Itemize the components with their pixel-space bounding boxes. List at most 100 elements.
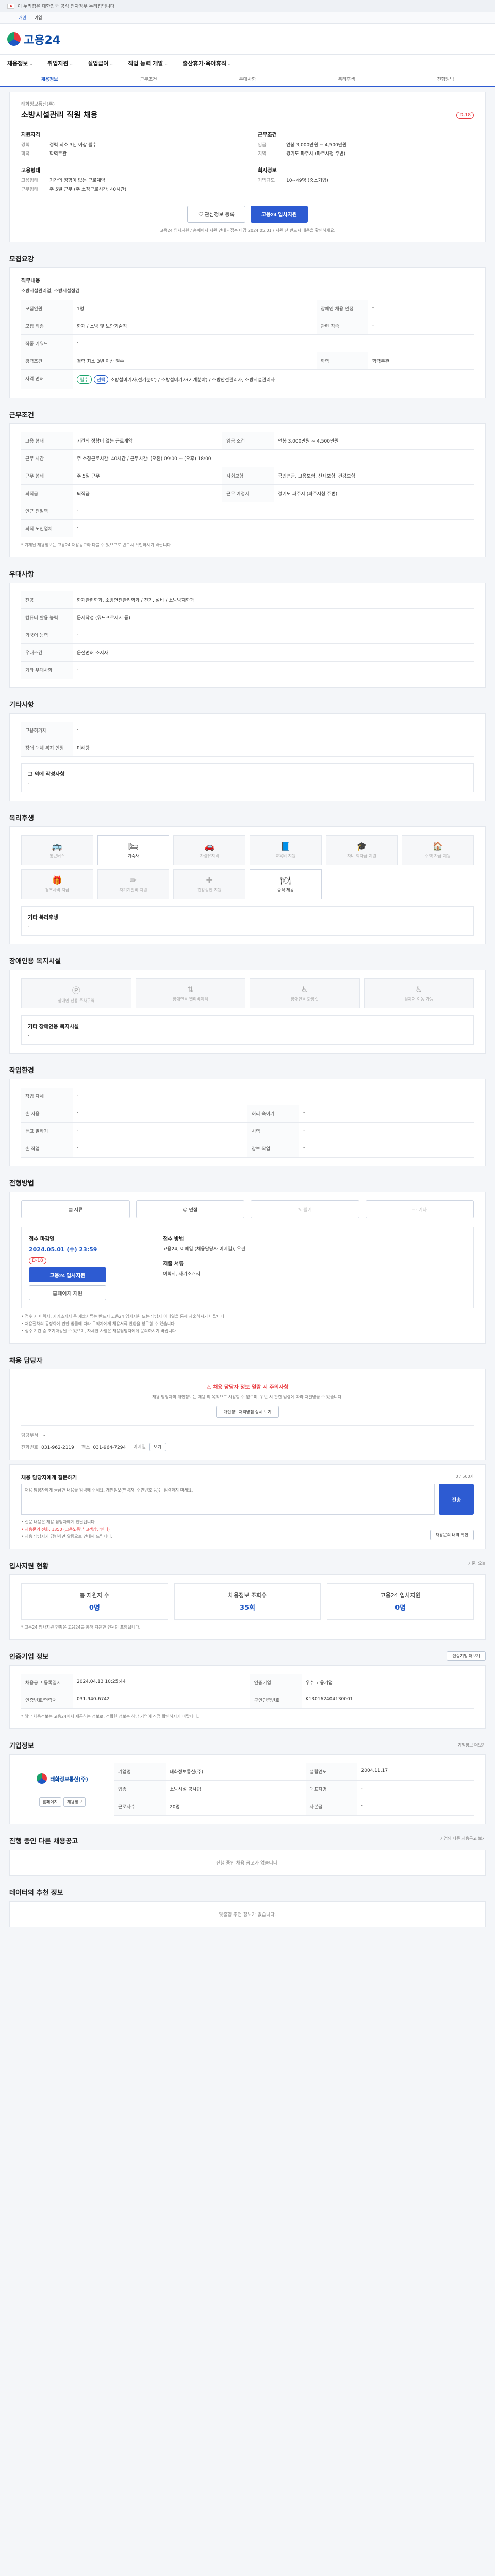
process-notice: • 채용절차의 공정화에 관한 법률에 따라 구직자에게 채용서류 반환을 청구… — [21, 1321, 176, 1326]
cert-more-button[interactable]: 인증기업 더보기 — [447, 1651, 486, 1661]
other-comment: - — [28, 781, 30, 786]
table-row: 손 작업 - 장보 작업 - — [21, 1140, 474, 1158]
table-row: 손 사용 - 허리 숙이기 - — [21, 1105, 474, 1123]
company-name: 태화정보통신(주) — [21, 102, 55, 107]
table-row: 경력조건 경력 최소 3년 이상 필수 학력 학력무관 — [21, 352, 474, 370]
apply-button[interactable]: 고용24 입사지원 — [250, 206, 308, 223]
cert-heading: 인증기업 정보 — [9, 1653, 49, 1661]
nav-employment-support[interactable]: 취업지원 ⌄ — [47, 59, 73, 67]
chevron-down-icon: ⌄ — [227, 61, 232, 67]
save-interest-button[interactable]: ♡ 관심정보 등록 — [187, 206, 245, 223]
contact-heading: 채용 담당자 — [9, 1357, 43, 1365]
summary-employment-heading: 고용형태 — [21, 168, 40, 174]
summary-row: 고용형태 기간의 정함이 없는 근로계약 — [21, 178, 105, 183]
cert-table: 채용공고 등록일시 2024.04.13 10:25:44 인증기업 우수 고용기업 … — [21, 1674, 474, 1709]
house-icon: 🏠 — [433, 841, 443, 851]
welfare-other-label: 기타 복리후생 — [28, 915, 58, 921]
process-apply-button[interactable]: 고용24 입사지원 — [29, 1267, 106, 1282]
welfare-heading: 복리후생 — [9, 815, 34, 822]
summary-row: 학력 학력무관 — [21, 151, 67, 157]
dday-badge: D-18 — [456, 111, 474, 119]
summary-conditions-heading: 근무조건 — [258, 132, 277, 138]
tab-welfare[interactable]: 복리후생 — [297, 76, 396, 82]
table-row: 모집인원 1명 장애인 채용 인정 - — [21, 300, 474, 317]
inquiry-send-button[interactable]: 전송 — [439, 1484, 474, 1515]
company-homepage-button[interactable]: 홈페이지 — [39, 1797, 61, 1807]
welfare-item: 🏠 주택 자금 지원 — [402, 835, 474, 865]
book-icon: 📘 — [280, 841, 291, 851]
table-row: 고용 형태 기간의 정함이 없는 근로계약 임금 조건 연봉 3,000만원 ~ 4,… — [21, 432, 474, 450]
job-summary: 태화정보통신(주) 소방시설관리 직원 채용 D-18 지원자격 경력 경력 최소… — [9, 92, 486, 242]
method-value: 고용24, 이메일 (채용담당자 이메일), 우편 — [163, 1247, 245, 1252]
welfare-item: 🚗 차량유지비 — [173, 835, 245, 865]
company-more-link[interactable]: 기업정보 더보기 — [458, 1742, 486, 1748]
table-row: 근로자수 20명 자본금 - — [114, 1798, 474, 1816]
welfare-grid: 🚌 통근버스 🛏 기숙사 🚗 차량유지비 📘 교육비 지원 🎓 자녀 학자금 지원 🏠 주택… — [21, 835, 474, 899]
company-jobs-button[interactable]: 채용정보 — [63, 1797, 86, 1807]
other-comment-box: 그 외에 작성사항 - — [21, 763, 474, 792]
inquiry-history-button[interactable]: 채용문의 내역 확인 — [430, 1530, 474, 1540]
nav-jobs[interactable]: 채용정보 ⌄ — [7, 59, 33, 67]
prefer-section: 전공 화재관련학과, 소방안전관리학과 / 전기, 설비 / 소방방재학과 컴퓨터… — [9, 583, 486, 688]
step-document: ▤ 서류 — [21, 1200, 130, 1218]
table-row: 전공 화재관련학과, 소방안전관리학과 / 전기, 설비 / 소방방재학과 — [21, 591, 474, 609]
summary-row: 근무형태 주 5일 근무 (주 소정근로시간: 40시간) — [21, 187, 127, 192]
wheelchair-icon: ♿ — [415, 985, 423, 994]
process-section: ▤ 서류 ☺ 면접 ✎ 필기 ⋯ 기타 접수 마감일 2024.05.01 (수… — [9, 1192, 486, 1344]
recommend-empty: 맞춤형 추천 정보가 없습니다. — [9, 1901, 486, 1927]
contact-section: ⚠ 채용 담당자 정보 열람 시 주의사항 채용 담당자의 개인정보는 채용 외… — [9, 1369, 486, 1460]
audience-business-link[interactable]: 기업 — [35, 15, 42, 21]
table-row: 근무 시간 주 소정근로시간: 40시간 / 근무시간: (오전) 09:00 ~… — [21, 449, 474, 467]
stats-unit: 기준: 오늘 — [468, 1561, 486, 1566]
bed-icon: 🛏 — [128, 841, 139, 851]
gift-icon: 🎁 — [52, 875, 62, 885]
parking-icon: Ⓟ — [72, 985, 80, 995]
gov-banner-text: 이 누리집은 대한민국 공식 전자정부 누리집입니다. — [18, 4, 117, 9]
table-row: 장애 대체 복지 인정 미해당 — [21, 739, 474, 757]
other-section: 고용허가제 - 장애 대체 복지 인정 미해당 그 외에 작성사항 - — [9, 713, 486, 801]
tab-process[interactable]: 전형방법 — [396, 76, 495, 82]
heart-icon: ♡ — [198, 212, 205, 218]
tab-work[interactable]: 근무조건 — [99, 76, 198, 82]
alert-icon: ⚠ — [206, 1385, 213, 1391]
meal-icon: 🍽 — [280, 875, 291, 885]
disability-item: ⇅ 장애인용 엘리베이터 — [135, 978, 245, 1008]
nav-unemployment[interactable]: 실업급여 ⌄ — [88, 59, 113, 67]
nav-leave[interactable]: 출산휴가·육아휴직 ⌄ — [183, 59, 232, 67]
table-row: 자격 면허 필수 선택 소방설비기사(전기분야) / 소방설비기사(기계분야) / 소… — [21, 369, 474, 389]
chevron-down-icon: ⌄ — [164, 61, 169, 67]
required-badge: 필수 — [77, 375, 92, 384]
recent-more-link[interactable]: 기업의 다른 채용공고 보기 — [440, 1836, 486, 1845]
docs-label: 제출 서류 — [163, 1261, 184, 1267]
inquiry-input[interactable] — [21, 1484, 435, 1515]
site-logo[interactable]: 고용24 — [7, 31, 60, 47]
stats-note: * 고용24 입사지원 현황은 고용24를 통해 지원한 인원만 포함됩니다. — [21, 1625, 141, 1630]
site-header: 고용24 — [0, 24, 495, 55]
privacy-policy-button[interactable]: 개인정보처리방침 상세 보기 — [216, 1406, 279, 1418]
flag-icon — [7, 3, 14, 9]
stat-item: 총 지원자 수 0명 — [21, 1583, 168, 1620]
job-title: 소방시설관리 직원 채용 — [21, 110, 98, 120]
tab-prefer[interactable]: 우대사항 — [198, 76, 297, 82]
document-icon: ▤ — [68, 1208, 74, 1213]
graduation-icon: 🎓 — [356, 841, 367, 851]
audience-personal-link[interactable]: 개인 — [19, 15, 26, 21]
optional-badge: 선택 — [93, 375, 109, 384]
tab-recruit[interactable]: 채용정보 — [0, 76, 99, 82]
place-heading: 작업환경 — [9, 1067, 34, 1075]
summary-company-heading: 회사정보 — [258, 168, 277, 174]
place-section: 작업 자세 - 손 사용 - 허리 숙이기 - 듣고 말하기 - 시력 - 손 작업 - 장보 작… — [9, 1079, 486, 1166]
audience-switch: 개인 기업 — [0, 12, 495, 24]
process-notice: • 접수 시 이력서, 자기소개서 등 제출서류는 반드시 고용24 입사지원 … — [21, 1314, 226, 1319]
show-email-button[interactable]: 보기 — [149, 1443, 166, 1451]
process-heading: 전형방법 — [9, 1180, 34, 1188]
recent-heading: 진행 중인 다른 채용공고 — [9, 1838, 78, 1845]
inquiry-section: 채용 담당자에게 질문하기 0 / 500자 전송 • 질문 내용은 채용 담당… — [9, 1464, 486, 1549]
welfare-section: 🚌 통근버스 🛏 기숙사 🚗 차량유지비 📘 교육비 지원 🎓 자녀 학자금 지원 🏠 주택… — [9, 826, 486, 944]
disability-heading: 장애인용 복지시설 — [9, 958, 61, 965]
work-heading: 근무조건 — [9, 412, 34, 419]
homepage-apply-button[interactable]: 홈페이지 지원 — [29, 1285, 106, 1300]
company-section: 태화정보통신(주) 홈페이지 채용정보 기업명 태화정보통신(주) 설립연도 2004… — [9, 1754, 486, 1824]
nav-training[interactable]: 직업 능력 개발 ⌄ — [128, 59, 168, 67]
summary-qual-heading: 지원자격 — [21, 132, 40, 138]
